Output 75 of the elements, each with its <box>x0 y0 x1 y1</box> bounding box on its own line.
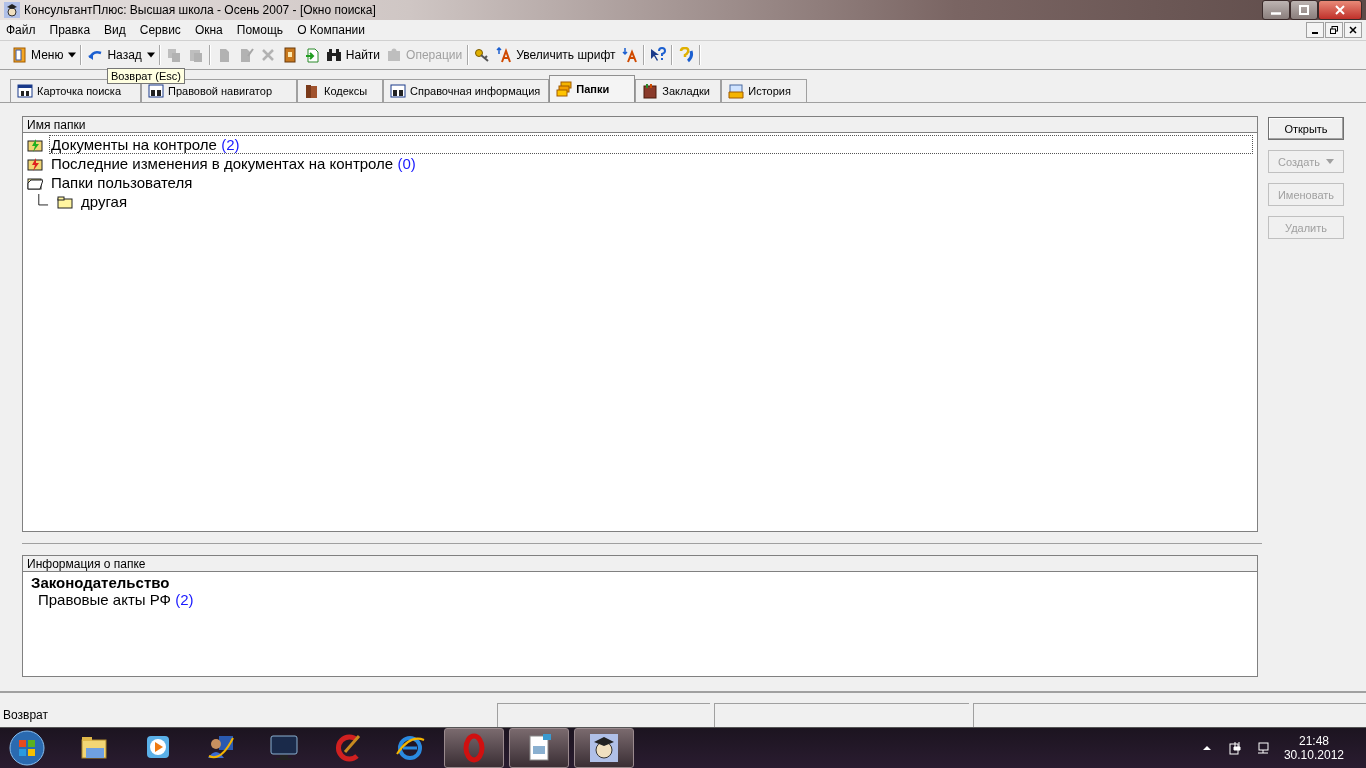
toolbar-button[interactable]: Увеличить шрифт <box>516 48 616 62</box>
close-icon <box>1335 5 1345 15</box>
binoculars-icon <box>325 47 342 63</box>
tab[interactable]: Папки <box>549 75 636 102</box>
font-increase-icon <box>496 47 513 63</box>
folder-item[interactable]: Документы на контроле (2) <box>49 135 1253 154</box>
tab-label: Карточка поиска <box>37 85 122 97</box>
menu-item[interactable]: Окна <box>187 23 230 37</box>
delete-cross-icon <box>259 47 276 63</box>
tooltip: Возврат (Esc) <box>107 68 185 84</box>
minimize-button[interactable] <box>1306 22 1324 38</box>
taskbar-button[interactable] <box>509 728 569 768</box>
folders-icon <box>556 81 573 97</box>
window-icon <box>17 83 33 99</box>
help-phone-icon <box>677 47 694 63</box>
menu-item[interactable]: Файл <box>0 23 43 37</box>
maximize-icon <box>1299 5 1309 15</box>
tab-label: Закладки <box>662 85 710 97</box>
action-button[interactable]: Открыть <box>1268 117 1344 140</box>
bookmarks-book-icon <box>642 83 659 99</box>
menu-item[interactable]: О Компании <box>290 23 372 37</box>
folder-item[interactable]: другая <box>79 192 130 211</box>
info-title: Законодательство <box>30 573 171 591</box>
info-line: Правовые акты РФ (2) <box>37 591 195 608</box>
books-icon <box>304 83 320 99</box>
power-plug-icon[interactable] <box>1227 741 1242 755</box>
clock[interactable]: 21:48 30.10.2012 <box>1283 734 1344 762</box>
tab-label: История <box>748 85 791 97</box>
help-pointer-icon <box>649 47 666 63</box>
close-button[interactable] <box>1318 0 1362 20</box>
window-title: КонсультантПлюс: Высшая школа - Осень 2007 - [Окно поиска] <box>24 3 377 17</box>
menu-item[interactable]: Вид <box>97 23 133 37</box>
paste-icon <box>187 47 204 63</box>
tray-icon <box>728 83 745 99</box>
tab[interactable]: Кодексы <box>297 79 383 102</box>
minimize-icon <box>1271 11 1281 15</box>
tab-label: Правовой навигатор <box>168 85 272 97</box>
restore-icon <box>1330 26 1338 34</box>
tab-label: Справочная информация <box>410 85 541 97</box>
tab[interactable]: История <box>721 79 808 102</box>
minimize-button[interactable] <box>1262 0 1290 20</box>
maximize-button[interactable] <box>1290 0 1318 20</box>
network-icon[interactable] <box>1255 741 1270 755</box>
toolbar-button[interactable]: Меню <box>31 48 64 62</box>
menu-item[interactable]: Правка <box>42 23 98 37</box>
copy-icon <box>165 47 182 63</box>
panel-header: Информация о папке <box>23 556 1257 572</box>
tab[interactable]: Справочная информация <box>383 79 550 102</box>
menu-item[interactable]: Помощь <box>229 23 291 37</box>
tab-label: Кодексы <box>324 85 368 97</box>
folder-item[interactable]: Последние изменения в документах на контроле (0) <box>49 154 418 173</box>
column-header: Имя папки <box>23 117 1257 133</box>
status-text: Возврат <box>2 707 49 724</box>
toolbar-button[interactable]: Назад <box>107 48 142 62</box>
tab[interactable]: Закладки <box>635 79 722 102</box>
key-icon <box>474 47 491 63</box>
puzzle-icon <box>386 47 403 63</box>
close-icon <box>1349 26 1357 34</box>
binoculars-window-icon <box>390 83 406 99</box>
toolbar-button[interactable]: Найти <box>345 48 381 62</box>
dictionary-book-icon <box>281 47 298 63</box>
tab-label: Папки <box>576 83 610 95</box>
font-decrease-icon <box>621 47 638 63</box>
binoculars-window-icon <box>148 83 164 99</box>
person-cap-icon <box>588 732 620 764</box>
taskbar-button[interactable] <box>574 728 634 768</box>
folder-item[interactable]: Папки пользователя <box>49 173 195 192</box>
start-button[interactable] <box>6 729 48 767</box>
folder-icon <box>57 193 73 210</box>
menu-item[interactable]: Сервис <box>132 23 188 37</box>
restore-button[interactable] <box>1325 22 1343 38</box>
book-icon <box>11 47 27 63</box>
app-logo-icon <box>4 2 20 18</box>
close-button[interactable] <box>1344 22 1362 38</box>
document-arrow-icon <box>303 47 320 63</box>
